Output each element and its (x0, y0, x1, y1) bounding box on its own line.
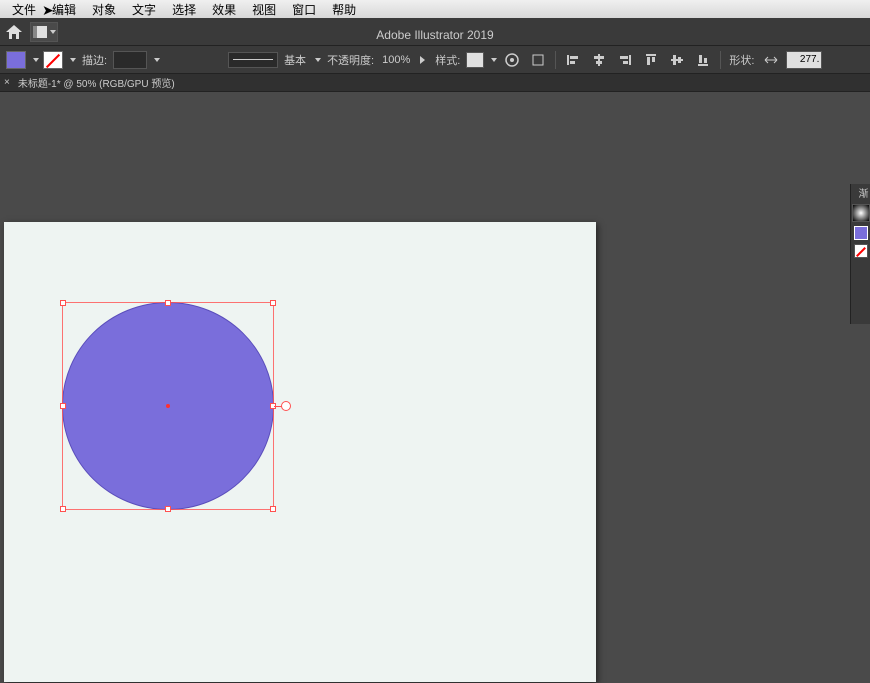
opacity-arrow-icon[interactable] (420, 56, 425, 64)
align-right-icon[interactable] (614, 50, 636, 70)
stroke-profile-label: 基本 (284, 52, 306, 68)
chevron-down-icon[interactable] (491, 58, 497, 62)
workspace[interactable]: 渐 (0, 92, 870, 683)
fill-swatch[interactable] (6, 51, 26, 69)
panel-stroke-swatch[interactable] (854, 244, 868, 258)
menu-view[interactable]: 视图 (244, 1, 284, 18)
align-top-icon[interactable] (640, 50, 662, 70)
chevron-down-icon[interactable] (70, 58, 76, 62)
align-bottom-icon[interactable] (692, 50, 714, 70)
align-left-icon[interactable] (562, 50, 584, 70)
menu-bar: 文件 编辑 对象 文字 选择 效果 视图 窗口 帮助 ➤ (0, 0, 870, 18)
graphic-style-swatch[interactable] (466, 52, 484, 68)
document-tab-title[interactable]: 未标题-1* @ 50% (RGB/GPU 预览) (14, 75, 179, 90)
resize-handle-tl[interactable] (60, 300, 66, 306)
app-title: Adobe Illustrator 2019 (376, 28, 493, 42)
stroke-label: 描边: (82, 52, 107, 68)
menu-window[interactable]: 窗口 (284, 1, 324, 18)
document-setup-icon[interactable] (527, 50, 549, 70)
recolor-icon[interactable] (501, 50, 523, 70)
workspace-layout-button[interactable] (30, 22, 58, 42)
menu-file[interactable]: 文件 (4, 1, 44, 18)
control-bar: 描边: 基本 不透明度: 100% 样式: 形状: (0, 46, 870, 74)
resize-handle-ml[interactable] (60, 403, 66, 409)
menu-help[interactable]: 帮助 (324, 1, 364, 18)
shape-width-input[interactable] (786, 51, 822, 69)
menu-edit[interactable]: 编辑 (44, 1, 84, 18)
divider (555, 51, 556, 69)
stroke-profile[interactable] (228, 52, 278, 68)
menu-object[interactable]: 对象 (84, 1, 124, 18)
chevron-down-icon[interactable] (154, 58, 160, 62)
rotate-handle[interactable] (281, 401, 291, 411)
selection-bounding-box[interactable] (62, 302, 274, 510)
align-center-v-icon[interactable] (666, 50, 688, 70)
shape-width-icon[interactable] (760, 50, 782, 70)
resize-handle-tm[interactable] (165, 300, 171, 306)
resize-handle-bm[interactable] (165, 506, 171, 512)
style-label: 样式: (435, 52, 460, 68)
opacity-value[interactable]: 100% (382, 54, 410, 66)
top-toolbar: Adobe Illustrator 2019 (0, 18, 870, 46)
resize-handle-bl[interactable] (60, 506, 66, 512)
chevron-down-icon (50, 30, 56, 34)
panel-fill-swatch[interactable] (854, 226, 868, 240)
divider (720, 51, 721, 69)
resize-handle-br[interactable] (270, 506, 276, 512)
resize-handle-tr[interactable] (270, 300, 276, 306)
artboard[interactable] (4, 222, 596, 682)
menu-select[interactable]: 选择 (164, 1, 204, 18)
stroke-weight-input[interactable] (113, 51, 147, 69)
side-panel: 渐 (850, 184, 870, 324)
shape-label: 形状: (729, 52, 754, 68)
opacity-label: 不透明度: (327, 52, 374, 68)
home-icon[interactable] (6, 25, 22, 39)
gradient-panel-tab[interactable]: 渐 (851, 184, 870, 202)
center-point[interactable] (166, 404, 170, 408)
chevron-down-icon[interactable] (315, 58, 321, 62)
chevron-down-icon[interactable] (33, 58, 39, 62)
close-tab-icon[interactable]: × (4, 77, 10, 88)
menu-text[interactable]: 文字 (124, 1, 164, 18)
menu-effect[interactable]: 效果 (204, 1, 244, 18)
stroke-swatch[interactable] (43, 51, 63, 69)
gradient-thumb-icon[interactable] (852, 204, 870, 222)
align-center-h-icon[interactable] (588, 50, 610, 70)
document-tab-bar: × 未标题-1* @ 50% (RGB/GPU 预览) (0, 74, 870, 92)
